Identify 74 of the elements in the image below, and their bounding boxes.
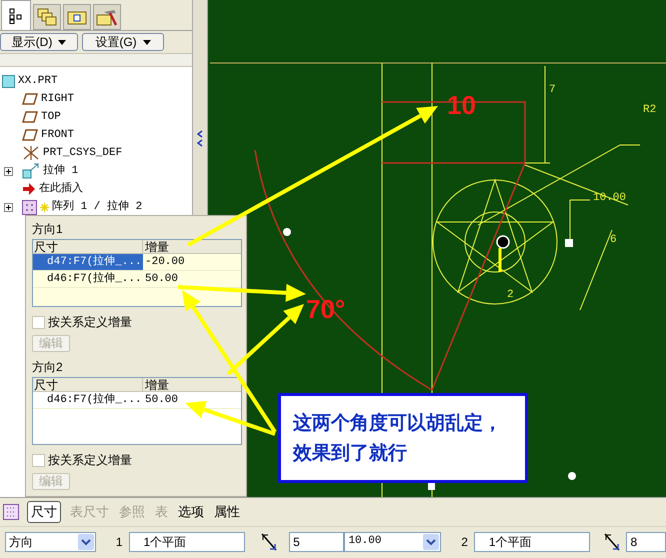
reference-number: 2 [461, 534, 468, 550]
tree-item[interactable]: 阵列 1 / 拉伸 2 [52, 198, 142, 216]
count-field[interactable]: 5 [289, 532, 344, 552]
table-cell-text: -20.00 [144, 254, 185, 270]
dashboard-tab[interactable]: 尺寸 [27, 501, 61, 523]
spacing-dropdown[interactable]: 10.00 [344, 532, 442, 552]
dimension-label: R2 [643, 104, 656, 116]
flip-direction-icon[interactable] [261, 532, 278, 550]
tree-row[interactable]: 拉伸 1 [0, 162, 192, 180]
table-cell: d47:F7(拉伸_... [33, 254, 143, 270]
caret-icon [142, 40, 151, 44]
folder-icon [67, 9, 87, 25]
extrude-icon [22, 163, 40, 179]
direction-dropdown[interactable]: 方向 [5, 532, 96, 552]
tree-item[interactable]: PRT_CSYS_DEF [43, 144, 122, 162]
tree-item[interactable]: TOP [41, 108, 61, 126]
tree-icon [9, 8, 23, 24]
column-header: 尺寸 [33, 378, 143, 391]
tree-row[interactable]: FRONT [0, 126, 192, 144]
tree-item[interactable]: 拉伸 1 [43, 162, 78, 180]
column-header: 增量 [144, 378, 170, 391]
caret-icon [58, 40, 66, 44]
section-title: 方向1 [32, 222, 64, 237]
expand-icon[interactable] [4, 202, 13, 212]
dashboard-tab[interactable]: 选项 [177, 502, 205, 522]
menu-button[interactable]: 显示(D) [0, 33, 78, 51]
tree-row[interactable]: TOP [0, 108, 192, 126]
dashboard-tab[interactable]: 属性 [213, 502, 241, 522]
cube-icon [2, 74, 15, 88]
collapse-icon[interactable] [197, 130, 203, 148]
reference-number: 1 [116, 534, 123, 550]
checkbox-label: 按关系定义增量 [48, 314, 132, 331]
table-row[interactable]: d46:F7(拉伸_... 50.00 [33, 271, 241, 288]
dimension-label: 6 [610, 234, 617, 246]
plane-icon [22, 129, 38, 141]
table-cell-text: d46:F7(拉伸_... [46, 271, 143, 287]
column-header: 尺寸 [33, 240, 143, 253]
section-title: 方向2 [32, 360, 64, 375]
panel-tab[interactable] [1, 0, 31, 30]
checkbox[interactable] [32, 316, 45, 328]
asterisk-icon [40, 202, 49, 212]
tree-item[interactable]: FRONT [41, 126, 74, 144]
table-cell-text: 50.00 [144, 392, 178, 408]
layers-icon [37, 8, 57, 26]
arrow-icon [22, 182, 36, 196]
panel-tab[interactable] [63, 4, 91, 30]
table-row[interactable]: d47:F7(拉伸_... -20.00 [33, 254, 241, 271]
dimension-label: 7 [549, 84, 556, 96]
tree-item[interactable]: XX.PRT [18, 72, 58, 90]
menu-button[interactable]: 设置(G) [82, 33, 164, 51]
expand-icon[interactable] [4, 166, 13, 176]
column-header: 增量 [144, 240, 170, 253]
plane-icon [22, 111, 38, 123]
checkbox[interactable] [32, 454, 45, 466]
tools-icon [96, 8, 118, 26]
plane-icon [22, 93, 38, 105]
callout-text: 这两个角度可以胡乱定，效果到了就行 [293, 411, 503, 466]
flip-direction-icon[interactable] [604, 532, 620, 550]
count-field[interactable]: 8 [626, 532, 666, 552]
table-cell-text: d46:F7(拉伸_... [46, 392, 143, 408]
reference-field[interactable]: 1个平面 [474, 532, 590, 552]
tree-row[interactable]: 阵列 1 / 拉伸 2 [0, 198, 192, 216]
tree-row[interactable]: 在此插入 [0, 180, 192, 198]
grid-icon [3, 504, 19, 520]
tree-item[interactable]: 在此插入 [39, 180, 83, 198]
tree-row[interactable]: PRT_CSYS_DEF [0, 144, 192, 162]
pattern-icon [22, 200, 37, 214]
tree-row[interactable]: RIGHT [0, 90, 192, 108]
tree-item[interactable]: RIGHT [41, 90, 74, 108]
checkbox-label: 按关系定义增量 [48, 452, 132, 469]
csys-icon [22, 145, 40, 161]
dimension-label: 2 [507, 289, 514, 301]
table-cell-text: 50.00 [144, 272, 178, 287]
reference-field[interactable]: 1个平面 [128, 532, 246, 552]
